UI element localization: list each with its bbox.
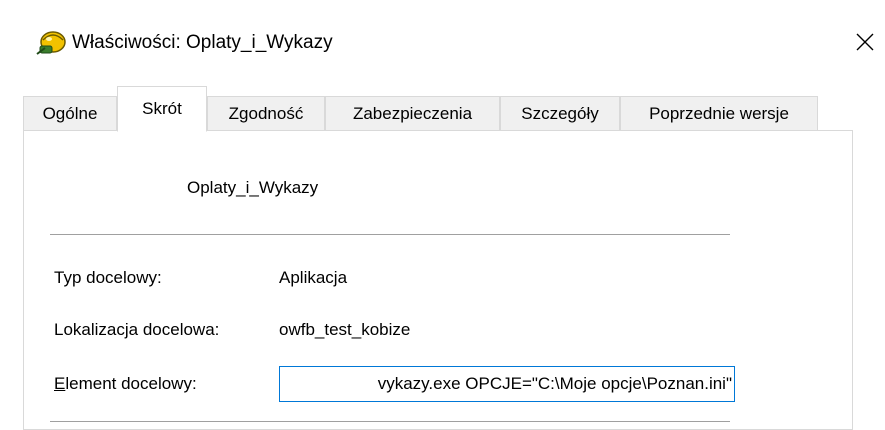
tab-label: Zgodność — [228, 103, 304, 123]
tab-general[interactable]: Ogólne — [23, 96, 117, 130]
window-title: Właściwości: Oplaty_i_Wykazy — [72, 32, 333, 53]
tab-label: Szczegóły — [521, 103, 599, 123]
tab-compatibility[interactable]: Zgodność — [207, 96, 325, 130]
target-label: Element docelowy: — [54, 374, 197, 394]
target-input-value: vykazy.exe OPCJE="C:\Moje opcje\Poznan.i… — [377, 374, 732, 393]
tab-label: Poprzednie wersje — [649, 103, 789, 123]
target-type-label: Typ docelowy: — [54, 268, 162, 287]
target-label-mnemonic: E — [54, 374, 66, 393]
properties-dialog: Właściwości: Oplaty_i_Wykazy Ogólne Skró… — [0, 0, 885, 430]
tab-label: Zabezpieczenia — [352, 103, 473, 123]
target-input[interactable]: vykazy.exe OPCJE="C:\Moje opcje\Poznan.i… — [279, 366, 735, 402]
tab-label: Skrót — [142, 99, 182, 118]
tab-details[interactable]: Szczegóły — [500, 96, 620, 130]
tab-strip: Ogólne Skrót Zgodność Zabezpieczenia Szc… — [0, 86, 885, 132]
shortcut-name: Oplaty_i_Wykazy — [187, 178, 319, 197]
target-label-text: lement docelowy: — [65, 374, 197, 393]
tab-security[interactable]: Zabezpieczenia — [325, 96, 500, 130]
target-type-value: Aplikacja — [279, 268, 348, 287]
separator — [50, 234, 730, 235]
close-button[interactable] — [845, 20, 885, 64]
target-location-value: owfb_test_kobize — [279, 320, 411, 339]
target-location-label: Lokalizacja docelowa: — [54, 320, 220, 339]
title-bar: Właściwości: Oplaty_i_Wykazy — [0, 0, 885, 86]
tab-previous-versions[interactable]: Poprzednie wersje — [620, 96, 818, 130]
shortcut-app-icon — [36, 31, 66, 55]
tab-shortcut[interactable]: Skrót — [117, 86, 207, 132]
close-icon — [856, 33, 874, 51]
tab-label: Ogólne — [42, 103, 98, 123]
separator-bottom — [50, 421, 730, 422]
